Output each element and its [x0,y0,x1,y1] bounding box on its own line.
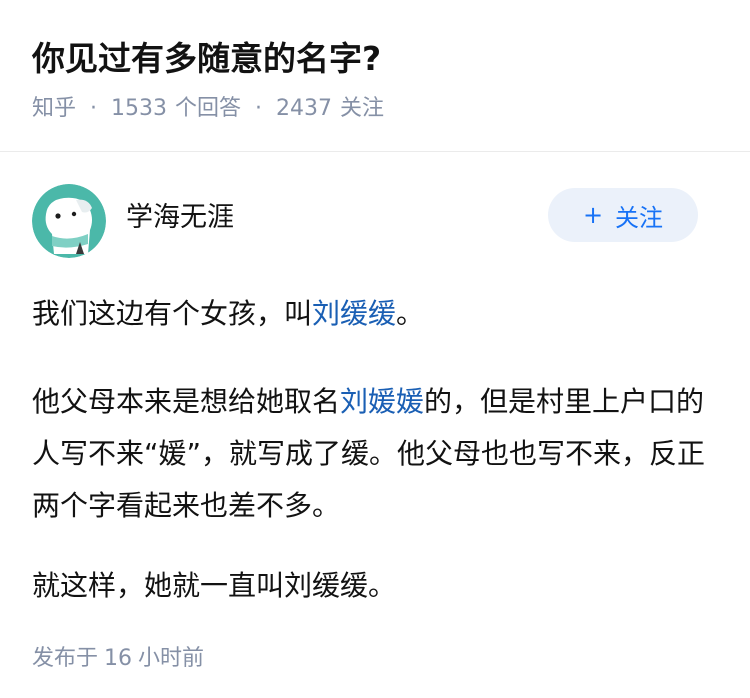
answers-label[interactable]: 个回答 [175,94,241,124]
highlight-link[interactable]: 刘媛媛 [340,385,424,418]
answers-count: 1533 [111,96,168,121]
text: 。 [396,297,425,330]
dog-avatar-icon [32,184,106,258]
publish-time: 发布于 16 小时前 [32,640,718,672]
plus-icon: + [582,201,604,229]
follow-label: 关注 [615,203,664,232]
avatar[interactable] [32,184,106,258]
question-title[interactable]: 你见过有多随意的名字? [32,36,718,82]
followers-count: 2437 [276,96,333,121]
author-name[interactable]: 学海无涯 [126,195,234,234]
paragraph-3: 就这样，她就一直叫刘缓缓。 [32,569,397,602]
meta-separator: · [90,96,98,121]
text: 他父母本来是想给她取名 [32,385,341,418]
meta-separator: · [255,96,263,121]
paragraph-1: 我们这边有个女孩，叫刘缓缓。 [32,288,718,340]
question-meta: 知乎 · 1533 个回答 · 2437 关注 [32,94,718,124]
author-row: 学海无涯 + 关注 [32,182,718,260]
source-label[interactable]: 知乎 [32,94,76,124]
publish-prefix: 发布于 [32,646,99,671]
answer-content: 我们这边有个女孩，叫刘缓缓。 他父母本来是想给她取名刘媛媛的，但是村里上户口的人… [32,288,718,612]
follow-button[interactable]: + 关注 [548,188,698,242]
text: 我们这边有个女孩，叫 [32,297,313,330]
followers-label[interactable]: 关注 [340,94,384,124]
paragraph-2: 他父母本来是想给她取名刘媛媛的，但是村里上户口的人写不来“媛”，就写成了缓。他父… [32,376,718,532]
publish-number: 16 [104,646,133,671]
highlight-link[interactable]: 刘缓缓 [312,297,396,330]
question-header: 你见过有多随意的名字? 知乎 · 1533 个回答 · 2437 关注 [0,0,750,152]
publish-suffix: 小时前 [138,646,205,671]
answer-card: 学海无涯 + 关注 我们这边有个女孩，叫刘缓缓。 他父母本来是想给她取名刘媛媛的… [0,152,750,672]
